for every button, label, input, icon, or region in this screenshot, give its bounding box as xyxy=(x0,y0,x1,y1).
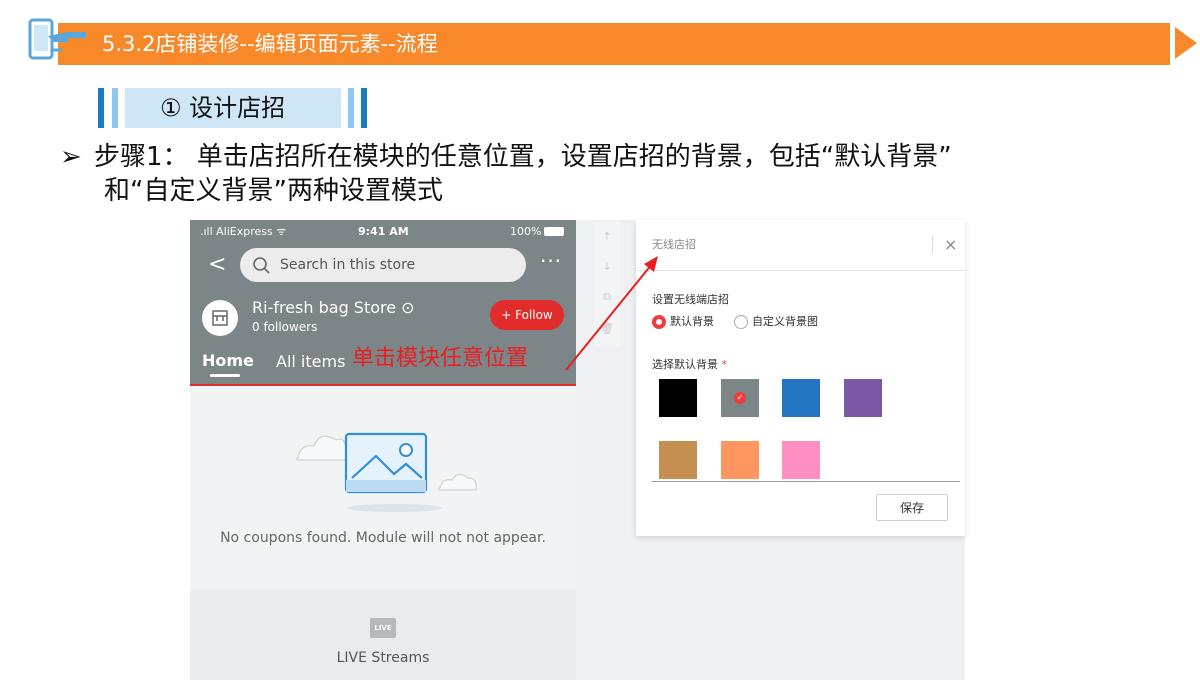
swatch-pink[interactable] xyxy=(782,441,820,479)
battery-icon xyxy=(544,227,564,236)
divider xyxy=(932,236,933,254)
tab-home-indicator xyxy=(210,374,240,377)
step-label: ① 设计店招 xyxy=(160,94,286,122)
status-carrier: .ıll AliExpress ᯤ xyxy=(200,225,287,238)
more-icon[interactable]: ··· xyxy=(540,250,562,272)
store-avatar xyxy=(202,300,238,336)
step-decoration xyxy=(348,88,354,128)
live-streams-label: LIVE Streams xyxy=(336,650,430,666)
step-decoration xyxy=(361,88,367,128)
annotation-arrow xyxy=(565,256,658,371)
required-mark: * xyxy=(721,358,728,371)
custom-background-radio[interactable] xyxy=(734,315,748,329)
swatch-blue[interactable] xyxy=(782,379,820,417)
divider xyxy=(652,481,960,482)
check-icon: ✓ xyxy=(734,392,746,404)
tab-all-items[interactable]: All items xyxy=(276,351,345,373)
search-placeholder: Search in this store xyxy=(280,257,416,273)
close-icon[interactable]: × xyxy=(944,234,957,256)
step-decoration xyxy=(98,88,104,128)
swatch-black[interactable] xyxy=(659,379,697,417)
module-selection-line xyxy=(190,384,576,386)
section-title: 5.3.2店铺装修--编辑页面元素--流程 xyxy=(102,32,438,56)
phone-preview: .ıll AliExpress ᯤ 9:41 AM 100% < Search … xyxy=(190,220,576,680)
move-up-icon[interactable]: ↑ xyxy=(594,224,620,250)
step-description-line2: 和“自定义背景”两种设置模式 xyxy=(104,176,443,206)
step-description-line1: 步骤1： 单击店招所在模块的任意位置，设置店招的背景，包括“默认背景” xyxy=(94,142,952,172)
pointing-hand-icon xyxy=(28,18,86,60)
default-background-option[interactable]: 默认背景 xyxy=(670,314,714,330)
store-header-settings-panel xyxy=(636,220,965,536)
step-decoration xyxy=(112,88,118,128)
shop-icon xyxy=(212,310,228,326)
followers-count: 0 followers xyxy=(252,320,318,334)
next-arrow-icon xyxy=(1175,27,1197,59)
status-battery: 100% xyxy=(510,225,542,238)
bullet-marker: ➢ xyxy=(60,142,82,172)
live-icon: LIVE xyxy=(370,618,396,638)
custom-background-option[interactable]: 自定义背景图 xyxy=(752,314,818,330)
back-icon[interactable]: < xyxy=(208,252,226,278)
divider xyxy=(636,270,965,271)
empty-coupons-message: No coupons found. Module will not not ap… xyxy=(220,530,546,546)
search-icon xyxy=(253,257,270,274)
swatch-gray-selected[interactable]: ✓ xyxy=(721,379,759,417)
store-name[interactable]: Ri-fresh bag Store ⊙ xyxy=(252,298,415,318)
swatch-brown[interactable] xyxy=(659,441,697,479)
click-callout: 单击模块任意位置 xyxy=(352,346,529,371)
swatch-purple[interactable] xyxy=(844,379,882,417)
follow-button[interactable]: + Follow xyxy=(490,300,564,330)
tab-home[interactable]: Home xyxy=(202,350,254,372)
save-button[interactable]: 保存 xyxy=(876,494,948,521)
empty-image-icon xyxy=(295,432,477,512)
swatch-orange[interactable] xyxy=(721,441,759,479)
status-time: 9:41 AM xyxy=(358,225,409,238)
